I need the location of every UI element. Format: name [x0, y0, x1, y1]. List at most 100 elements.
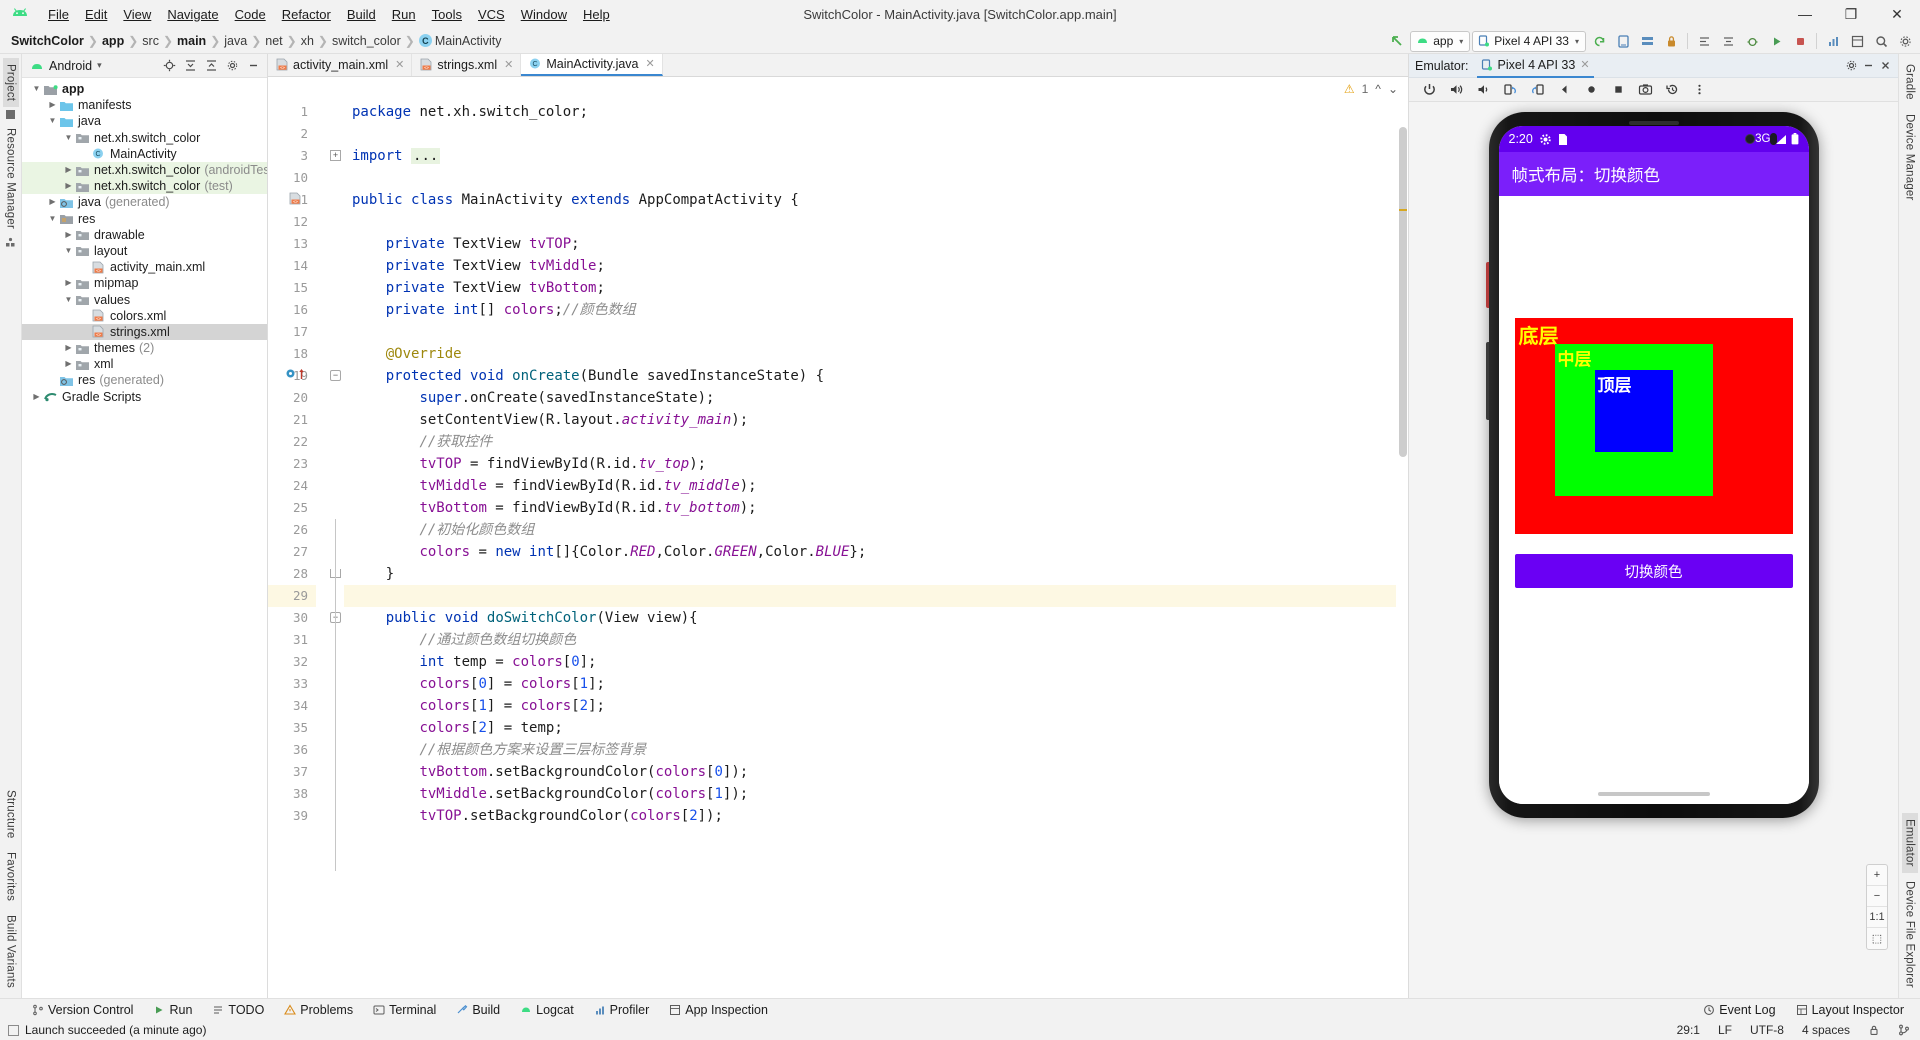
chevron-down-icon[interactable]: ▼: [46, 113, 59, 129]
emulator-stage[interactable]: 2:20 3G 帧式布局：切换颜色 底层 中层 顶层 切换颜色 + − 1:1 …: [1409, 102, 1898, 998]
code-line[interactable]: //根据颜色方案来设置三层标签背景: [344, 739, 1408, 761]
breadcrumb-src[interactable]: src: [139, 34, 162, 48]
chevron-down-icon[interactable]: ▾: [97, 60, 102, 71]
scrollbar-thumb[interactable]: [1399, 127, 1407, 457]
lock-icon[interactable]: [1660, 30, 1682, 52]
chevron-down-icon[interactable]: ▼: [62, 243, 75, 259]
code-line[interactable]: setContentView(R.layout.activity_main);: [344, 409, 1408, 431]
code-line[interactable]: colors[1] = colors[2];: [344, 695, 1408, 717]
menu-item-edit[interactable]: Edit: [77, 5, 115, 24]
editor-tab-strings-xml[interactable]: <> strings.xml ✕: [412, 53, 522, 76]
device-selector[interactable]: Pixel 4 API 33 ▾: [1472, 30, 1586, 52]
menu-item-build[interactable]: Build: [339, 5, 384, 24]
chevron-right-icon[interactable]: ▶: [62, 340, 75, 356]
zoom-in-button[interactable]: +: [1867, 865, 1887, 886]
tool-window-button-app-inspection[interactable]: App Inspection: [659, 999, 778, 1021]
tool-window-button-problems[interactable]: Problems: [274, 999, 363, 1021]
overview-nav-icon[interactable]: [1610, 82, 1626, 98]
avd-manager-icon[interactable]: [1612, 30, 1634, 52]
code-line[interactable]: colors[2] = temp;: [344, 717, 1408, 739]
editor-tab-mainactivity-java[interactable]: C MainActivity.java ✕: [521, 53, 663, 76]
hide-panel-icon[interactable]: [244, 56, 263, 75]
tree-item-strings-xml[interactable]: <> strings.xml: [22, 323, 267, 340]
rotate-right-icon[interactable]: [1529, 82, 1545, 98]
layout-inspector-icon[interactable]: [1846, 30, 1868, 52]
fold-expand-icon[interactable]: +: [330, 150, 341, 161]
align-left-icon[interactable]: [1693, 30, 1715, 52]
fold-marker-column[interactable]: + − −: [316, 77, 344, 998]
menu-item-file[interactable]: File: [40, 5, 77, 24]
sidebar-item-build-variants[interactable]: Build Variants: [3, 909, 19, 994]
lock-icon[interactable]: [1868, 1024, 1880, 1036]
tool-window-button-profiler[interactable]: Profiler: [584, 999, 660, 1021]
maximize-button[interactable]: ❐: [1828, 0, 1874, 28]
tree-item-activity-main-xml[interactable]: <> activity_main.xml: [22, 259, 267, 275]
chevron-right-icon[interactable]: ▶: [62, 162, 75, 178]
rotate-left-icon[interactable]: [1502, 82, 1518, 98]
code-line[interactable]: private TextView tvMiddle;: [344, 255, 1408, 277]
tree-item-java[interactable]: ▶ java (generated): [22, 194, 267, 210]
sdk-manager-icon[interactable]: [1636, 30, 1658, 52]
next-problem-icon[interactable]: ⌄: [1388, 82, 1398, 96]
zoom-actual-button[interactable]: 1:1: [1867, 907, 1887, 928]
editor-tab-activity-main-xml[interactable]: <> activity_main.xml ✕: [268, 53, 413, 76]
chevron-down-icon[interactable]: ▼: [62, 292, 75, 308]
code-line[interactable]: private TextView tvTOP;: [344, 233, 1408, 255]
emulator-device-tab[interactable]: Pixel 4 API 33 ✕: [1476, 54, 1594, 78]
sync-gradle-icon[interactable]: [1588, 30, 1610, 52]
zoom-fit-button[interactable]: ⬚: [1867, 928, 1887, 949]
code-line[interactable]: protected void onCreate(Bundle savedInst…: [344, 365, 1408, 387]
breadcrumb-main[interactable]: main: [174, 34, 209, 48]
chevron-down-icon[interactable]: ▼: [46, 211, 59, 227]
power-icon[interactable]: [1421, 82, 1437, 98]
close-icon[interactable]: ✕: [646, 57, 655, 70]
stop-icon[interactable]: [1789, 30, 1811, 52]
android-gesture-pill[interactable]: [1597, 792, 1710, 796]
line-separator[interactable]: LF: [1718, 1023, 1732, 1037]
tool-window-button-version-control[interactable]: Version Control: [22, 999, 143, 1021]
code-line[interactable]: //初始化颜色数组: [344, 519, 1408, 541]
close-icon[interactable]: ✕: [504, 58, 513, 71]
code-line[interactable]: [344, 211, 1408, 233]
emulator-more-icon[interactable]: [1691, 82, 1707, 98]
run-icon[interactable]: [1765, 30, 1787, 52]
tree-item-themes[interactable]: ▶ themes (2): [22, 340, 267, 356]
align-center-icon[interactable]: [1717, 30, 1739, 52]
code-line[interactable]: [344, 321, 1408, 343]
menu-item-run[interactable]: Run: [384, 5, 424, 24]
code-line[interactable]: package net.xh.switch_color;: [344, 101, 1408, 123]
chevron-right-icon[interactable]: ▶: [62, 227, 75, 243]
code-line[interactable]: tvTOP.setBackgroundColor(colors[2]);: [344, 805, 1408, 827]
chevron-right-icon[interactable]: ▶: [30, 389, 43, 405]
breakpoint-icon[interactable]: [286, 369, 295, 378]
code-line[interactable]: public class MainActivity extends AppCom…: [344, 189, 1408, 211]
project-settings-icon[interactable]: [223, 56, 242, 75]
indent-setting[interactable]: 4 spaces: [1802, 1023, 1850, 1037]
layout-file-icon[interactable]: <>: [288, 192, 302, 205]
chevron-right-icon[interactable]: ▶: [46, 194, 59, 210]
menu-item-navigate[interactable]: Navigate: [159, 5, 226, 24]
code-line[interactable]: public void doSwitchColor(View view){: [344, 607, 1408, 629]
sidebar-item-device-manager[interactable]: Device Manager: [1902, 108, 1918, 207]
tree-item-xml[interactable]: ▶ xml: [22, 356, 267, 372]
code-line[interactable]: colors = new int[]{Color.RED,Color.GREEN…: [344, 541, 1408, 563]
code-line[interactable]: tvMiddle.setBackgroundColor(colors[1]);: [344, 783, 1408, 805]
tree-item-colors-xml[interactable]: <> colors.xml: [22, 308, 267, 324]
collapse-all-icon[interactable]: [202, 56, 221, 75]
tool-window-button-build[interactable]: Build: [446, 999, 510, 1021]
chevron-right-icon[interactable]: ▶: [62, 275, 75, 291]
expand-all-icon[interactable]: [181, 56, 200, 75]
tree-item-net-xh-switch-color[interactable]: ▼ net.xh.switch_color: [22, 130, 267, 146]
chevron-right-icon[interactable]: ▶: [62, 178, 75, 194]
override-arrow-icon[interactable]: [298, 368, 305, 380]
sidebar-item-structure[interactable]: Structure: [3, 784, 19, 844]
locate-file-icon[interactable]: [160, 56, 179, 75]
code-line[interactable]: [344, 585, 1408, 607]
chevron-down-icon[interactable]: ▼: [30, 81, 43, 97]
tool-window-button-layout-inspector[interactable]: Layout Inspector: [1786, 999, 1914, 1021]
top-layer-textview[interactable]: 顶层: [1594, 370, 1673, 452]
code-line[interactable]: import ...: [344, 145, 1408, 167]
branch-icon[interactable]: [1898, 1024, 1910, 1036]
chevron-right-icon[interactable]: ▶: [62, 356, 75, 372]
code-line[interactable]: }: [344, 563, 1408, 585]
